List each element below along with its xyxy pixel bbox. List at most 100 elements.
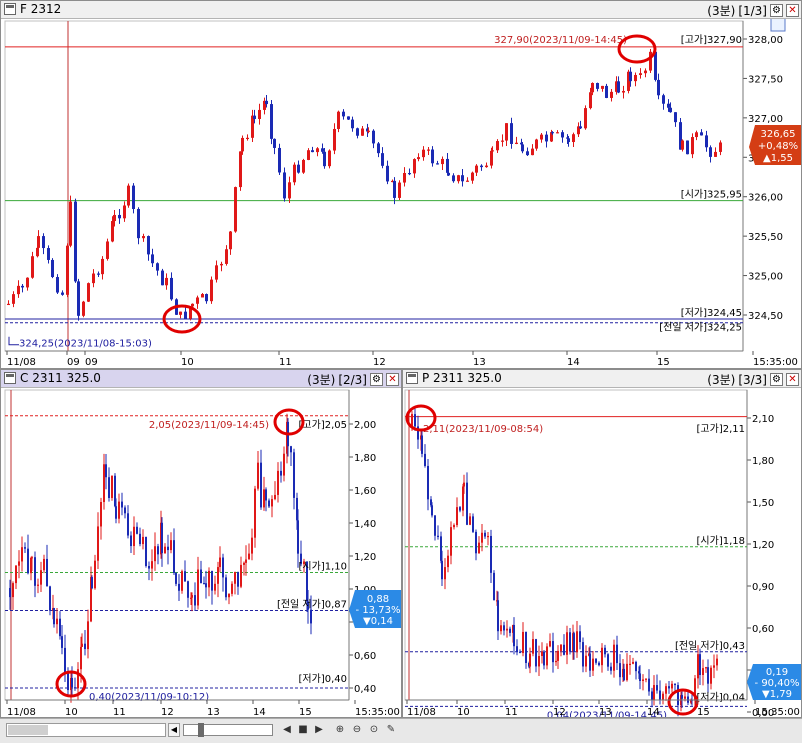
scroll-thumb[interactable] (8, 725, 48, 735)
zoom-range-slider[interactable] (183, 723, 273, 737)
futures-candle-chart[interactable]: 328,00327,50327,00326,50326,00325,50325,… (1, 19, 801, 368)
horizontal-scrollbar[interactable] (6, 723, 166, 737)
change-amount: ▼0,14 (363, 616, 393, 627)
candle-body (656, 685, 658, 691)
zoom-fit-icon[interactable]: ⊙ (367, 723, 381, 737)
candle-body (49, 586, 51, 611)
candle-body (501, 140, 504, 142)
candle-body (617, 81, 620, 93)
candle-body (156, 263, 159, 271)
candle-body (237, 572, 239, 587)
candle-body (105, 464, 107, 478)
candle-body (622, 90, 625, 93)
candle-body (173, 540, 175, 574)
tool-icon[interactable]: ✎ (384, 723, 398, 737)
candle-body (424, 453, 426, 466)
timeframe-label[interactable]: (3분) (307, 371, 335, 388)
candle-body (101, 258, 104, 275)
candle-body (307, 150, 310, 160)
candle-body (459, 507, 461, 511)
put-candle-chart[interactable]: 2,101,801,501,200,900,600,300,002,11(202… (403, 388, 801, 717)
close-icon[interactable]: ✕ (386, 373, 399, 386)
y-tick-label: 327,00 (748, 114, 783, 125)
candle-body (645, 678, 647, 680)
candle-body (142, 536, 144, 545)
candle-body (328, 150, 331, 167)
x-tick-label: 09 (85, 357, 98, 368)
candle-body (87, 283, 90, 302)
settings-icon[interactable]: ⚙ (770, 4, 783, 17)
candle-body (519, 651, 521, 654)
futures-chart-panel[interactable]: F 2312 (3분) [1/3] ⚙ ✕ 328,00 327,50 327,00… (0, 0, 802, 369)
candle-body (290, 446, 292, 453)
candle-body (74, 201, 77, 282)
candle-body (549, 641, 551, 647)
candle-body (311, 150, 314, 153)
open-price-label: [시가]325,95 (681, 189, 742, 201)
page-indicator: [3/3] (738, 372, 767, 387)
close-icon[interactable]: ✕ (786, 4, 799, 17)
candle-body (80, 646, 82, 670)
candle-body (648, 678, 650, 692)
candle-body (111, 221, 114, 242)
candle-body (115, 506, 117, 519)
candle-body (69, 201, 72, 246)
call-titlebar[interactable]: C 2311 325.0 (3분) [2/3] ⚙ ✕ (1, 370, 401, 388)
candle-body (161, 522, 163, 554)
candle-body (437, 535, 439, 537)
candle-body (214, 583, 216, 591)
candle-body (567, 138, 570, 143)
timeframe-label[interactable]: (3분) (707, 371, 735, 388)
candle-body (7, 303, 10, 306)
y-tick-label: 1,80 (354, 453, 376, 464)
prev-icon[interactable]: ◀ (280, 723, 294, 737)
timeframe-label[interactable]: (3분) (707, 2, 735, 19)
x-tick-label: 15:35:00 (755, 707, 800, 717)
candle-body (555, 660, 557, 663)
candle-body (367, 130, 370, 132)
x-tick-label: 11/08 (407, 707, 436, 717)
change-percent: +0,48% (758, 141, 798, 152)
candle-body (592, 658, 594, 671)
candle-body (434, 515, 436, 536)
candle-body (515, 142, 518, 144)
candle-body (51, 259, 54, 278)
candle-body (219, 557, 221, 568)
candle-body (601, 647, 603, 666)
candle-body (710, 667, 712, 684)
candle-body (113, 214, 116, 222)
put-titlebar[interactable]: P 2311 325.0 (3분) [3/3] ⚙ ✕ (403, 370, 801, 388)
candle-body (241, 137, 244, 152)
scroll-left-icon[interactable]: ◀ (168, 723, 180, 737)
candle-body (181, 571, 183, 591)
zoom-in-icon[interactable]: ⊕ (333, 723, 347, 737)
call-candle-chart[interactable]: 2,001,801,601,401,201,000,800,600,402,05… (1, 388, 401, 717)
zoom-out-icon[interactable]: ⊖ (350, 723, 364, 737)
settings-icon[interactable]: ⚙ (770, 373, 783, 386)
candle-body (707, 667, 709, 684)
stop-icon[interactable]: ■ (296, 723, 310, 737)
range-knob[interactable] (198, 723, 204, 737)
call-option-chart-panel[interactable]: C 2311 325.0 (3분) [2/3] ⚙ ✕ 2,00 1,80 1,60… (0, 369, 402, 718)
candle-body (46, 558, 48, 587)
close-icon[interactable]: ✕ (786, 373, 799, 386)
candle-body (505, 123, 508, 141)
x-tick-label: 13 (599, 707, 612, 717)
current-price: 326,65 (761, 129, 796, 140)
current-price: 0,88 (367, 594, 389, 605)
candle-body (293, 164, 296, 183)
candle-body (714, 151, 717, 157)
candle-body (170, 277, 173, 300)
y-tick-label: 328,00 (748, 35, 783, 46)
candle-body (321, 148, 324, 152)
candle-body (461, 175, 464, 182)
candle-body (225, 577, 227, 598)
candle-body (629, 71, 632, 82)
futures-titlebar[interactable]: F 2312 (3분) [1/3] ⚙ ✕ (1, 1, 801, 19)
settings-icon[interactable]: ⚙ (370, 373, 383, 386)
next-icon[interactable]: ▶ (312, 723, 326, 737)
x-tick-label: 12 (373, 357, 386, 368)
candle-body (82, 301, 85, 316)
put-option-chart-panel[interactable]: P 2311 325.0 (3분) [3/3] ⚙ ✕ 2,10 1,80 1,50… (402, 369, 802, 718)
candle-body (450, 527, 452, 556)
